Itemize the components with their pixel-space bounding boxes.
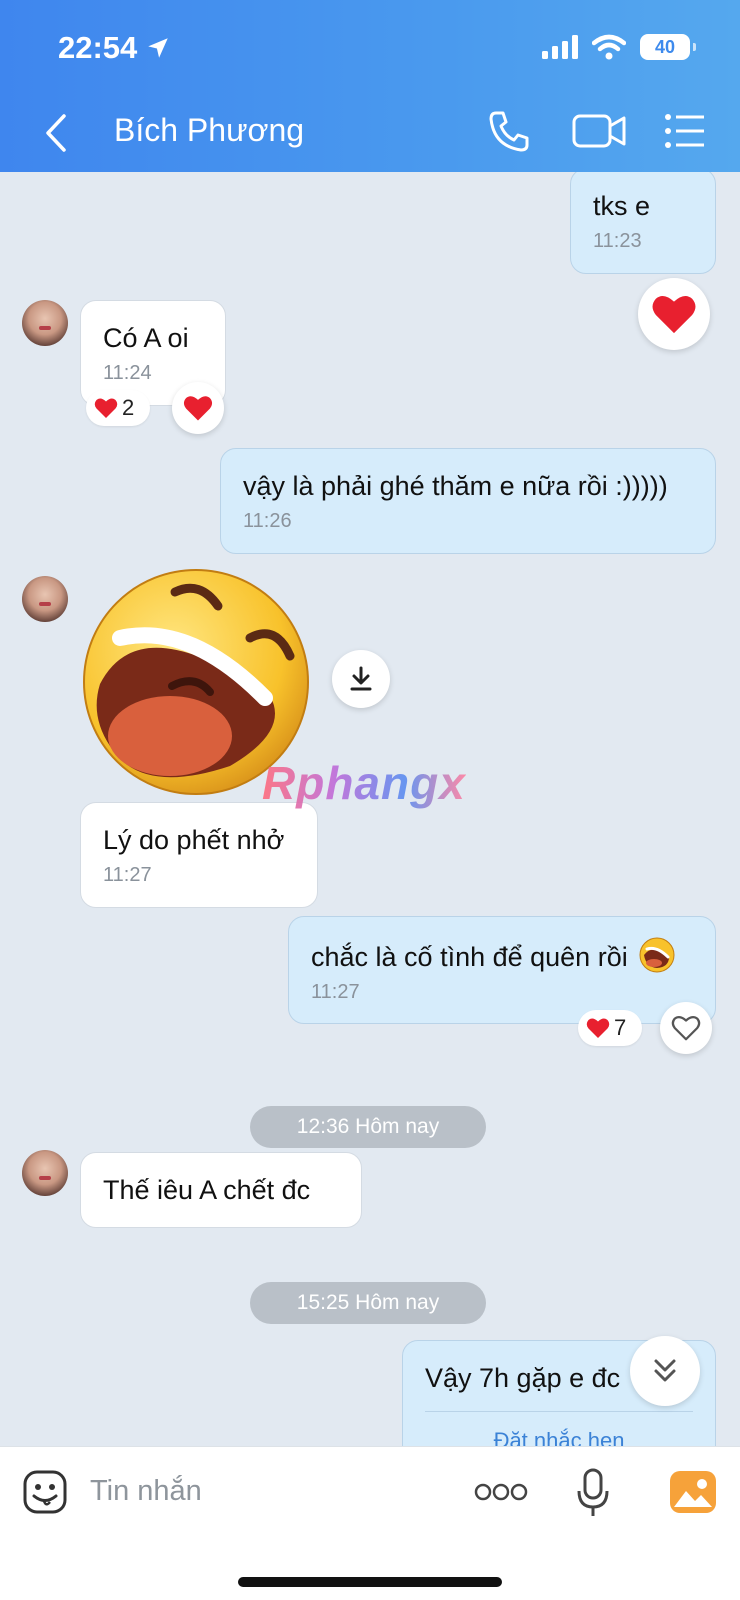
contact-avatar[interactable] [22, 576, 68, 622]
battery-indicator: 40 [640, 34, 696, 60]
message-composer: Tin nhắn [0, 1446, 740, 1600]
message-time: 11:27 [311, 981, 360, 1003]
back-icon [46, 114, 66, 152]
options-button[interactable] [660, 106, 710, 156]
signal-icon [542, 35, 578, 59]
message-input[interactable]: Tin nhắn [90, 1475, 202, 1508]
location-arrow-icon [148, 38, 169, 58]
back-button[interactable] [38, 108, 78, 158]
message-bubble-outgoing[interactable]: vậy là phải ghé thăm e nữa rồi :))))) 11… [220, 448, 716, 554]
message-text: Lý do phết nhở [103, 825, 285, 855]
contact-avatar[interactable] [22, 1150, 68, 1196]
message-bubble-incoming[interactable]: Lý do phết nhở 11:27 [80, 802, 318, 908]
heart-icon [94, 398, 118, 418]
sticker-icon [23, 1470, 67, 1514]
menu-icon [665, 114, 704, 148]
image-icon [670, 1471, 716, 1513]
download-button[interactable] [332, 650, 390, 708]
reaction-count: 7 [614, 1015, 627, 1040]
sticker-button[interactable] [22, 1469, 68, 1515]
voice-button[interactable] [576, 1467, 610, 1519]
scroll-to-bottom-button[interactable] [630, 1336, 700, 1406]
reaction-button[interactable] [172, 382, 224, 434]
status-time: 22:54 [58, 30, 171, 66]
more-button[interactable] [474, 1477, 528, 1507]
heart-icon [586, 1018, 610, 1038]
message-bubble-outgoing[interactable]: chắc là cố tình để quên rồi 11:27 [288, 916, 716, 1024]
chevron-double-down-icon [654, 1359, 676, 1382]
message-text: chắc là cố tình để quên rồi [311, 942, 628, 972]
phone-icon [489, 111, 529, 152]
reaction-count: 2 [122, 395, 135, 420]
message-time: 11:24 [103, 362, 152, 384]
heart-outline-icon [671, 1016, 701, 1041]
laughing-emoji-icon [639, 937, 675, 973]
video-icon [572, 114, 626, 148]
date-divider: 12:36 Hôm nay [250, 1106, 486, 1148]
watermark: Rphangx [262, 757, 466, 809]
message-text: Vậy 7h gặp e đc [425, 1363, 621, 1393]
download-icon [350, 666, 372, 691]
date-divider: 15:25 Hôm nay [250, 1282, 486, 1324]
message-list[interactable]: tks e 11:23 Có A oi 11:24 2 vậy là phải … [0, 172, 740, 1446]
set-reminder-link[interactable]: Đặt nhắc hẹn [425, 1411, 693, 1446]
message-bubble-incoming[interactable]: Thế iêu A chết đc [80, 1152, 362, 1228]
mic-icon [577, 1468, 609, 1516]
heart-icon [183, 396, 213, 421]
message-text: Thế iêu A chết đc [103, 1175, 311, 1205]
chat-header: 22:54 40 Bích Phương [0, 0, 740, 172]
reaction-button[interactable] [660, 1002, 712, 1054]
message-time: 11:23 [593, 230, 642, 252]
reaction-summary[interactable]: 7 [578, 1010, 642, 1046]
video-call-button[interactable] [570, 106, 630, 156]
wifi-icon [592, 34, 626, 60]
reaction-summary[interactable]: 2 [86, 390, 150, 426]
image-button[interactable] [668, 1469, 718, 1515]
contact-name[interactable]: Bích Phương [114, 112, 304, 149]
call-button[interactable] [484, 106, 534, 156]
message-text: vậy là phải ghé thăm e nữa rồi :))))) [243, 471, 668, 501]
more-icon [474, 1483, 528, 1501]
message-time: 11:26 [243, 510, 292, 532]
message-bubble-outgoing[interactable]: tks e 11:23 [570, 172, 716, 274]
message-text: Có A oi [103, 323, 189, 353]
battery-level: 40 [654, 36, 676, 57]
status-indicators: 40 [542, 34, 696, 60]
message-text: tks e [593, 191, 651, 221]
heart-icon [652, 295, 696, 334]
message-time: 11:27 [103, 864, 152, 886]
home-indicator [238, 1577, 502, 1587]
reaction-button[interactable] [638, 278, 710, 350]
contact-avatar[interactable] [22, 300, 68, 346]
status-time-text: 22:54 [58, 30, 138, 65]
